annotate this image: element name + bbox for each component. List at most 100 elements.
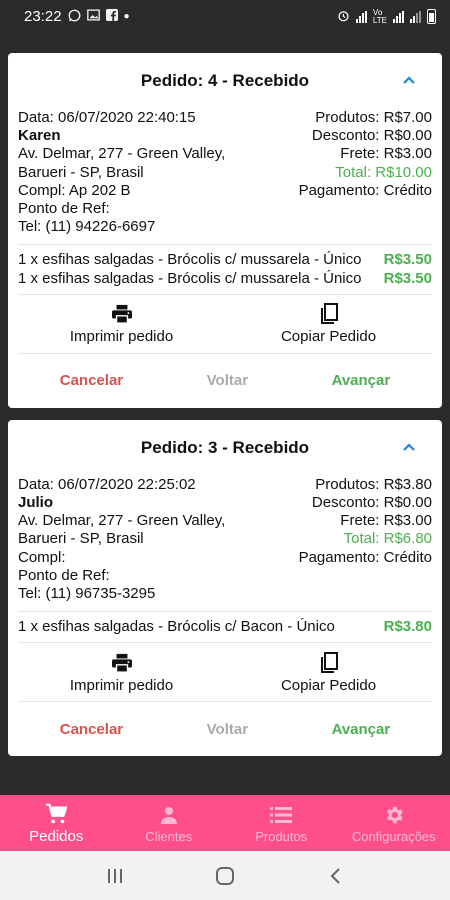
order-date: Data: 06/07/2020 22:25:02 [18,475,196,493]
payment-method: Pagamento: Crédito [298,181,432,199]
image-icon [86,9,100,24]
order-header[interactable]: Pedido: 4 - Recebido [18,53,432,109]
back-button[interactable]: Voltar [207,721,248,738]
nav-produtos-label: Produtos [255,828,308,844]
order-actions: Imprimir pedido Copiar Pedido [18,295,432,353]
list-item: 1 x esfihas salgadas - Brócolis c/ Bacon… [18,618,432,636]
cancel-button[interactable]: Cancelar [60,721,123,738]
item-description: 1 x esfihas salgadas - Brócolis c/ mussa… [18,269,362,287]
copy-order-label: Copiar Pedido [280,676,377,694]
nav-pedidos[interactable]: Pedidos [0,795,113,851]
person-icon [159,803,179,827]
item-price: R$3.50 [383,251,432,269]
address-line-1: Av. Delmar, 277 - Green Valley, [18,512,226,530]
gear-icon [383,803,405,827]
cancel-button[interactable]: Cancelar [60,372,123,389]
wifi-signal-icon [355,10,367,23]
back-arrow-icon [330,867,340,884]
order-title: Pedido: 3 - Recebido [140,437,310,457]
print-order-button[interactable]: Imprimir pedido [18,651,225,694]
advance-button[interactable]: Avançar [332,721,391,738]
printer-icon [111,302,133,326]
chevron-up-icon[interactable] [402,440,416,454]
shipping-amount: Frete: R$3.00 [340,512,432,530]
address-compl: Compl: Ap 202 B [18,181,131,199]
products-amount: Produtos: R$7.00 [315,109,432,126]
advance-button[interactable]: Avançar [332,372,391,389]
print-order-button[interactable]: Imprimir pedido [18,302,225,345]
address-compl: Compl: [18,548,66,566]
address-line-1: Av. Delmar, 277 - Green Valley, [18,145,226,163]
products-amount: Produtos: R$3.80 [315,475,432,493]
reference-point: Ponto de Ref: [18,566,110,584]
nav-pedidos-label: Pedidos [29,827,84,845]
payment-method: Pagamento: Crédito [298,548,432,566]
orders-list[interactable]: Pedido: 4 - Recebido Data: 06/07/2020 22… [0,33,450,795]
order-footer: Cancelar Voltar Avançar [18,354,432,408]
customer-phone: Tel: (11) 96735-3295 [18,585,156,603]
shipping-amount: Frete: R$3.00 [340,145,432,163]
nav-configuracoes-label: Configurações [351,828,436,844]
item-description: 1 x esfihas salgadas - Brócolis c/ mussa… [18,251,362,269]
item-price: R$3.50 [383,269,432,287]
customer-name: Karen [18,127,61,145]
status-bar: 23:22 ● Vo LTE [0,0,450,33]
order-actions: Imprimir pedido Copiar Pedido [18,643,432,701]
volte-icon: Vo LTE [372,7,387,25]
order-date: Data: 06/07/2020 22:40:15 [18,109,196,126]
system-navigation-bar [0,851,450,900]
copy-order-button[interactable]: Copiar Pedido [225,651,432,694]
copy-icon [319,651,339,675]
back-nav-button[interactable] [315,861,355,891]
notification-dot-icon: ● [123,11,130,22]
nav-clientes[interactable]: Clientes [113,795,226,851]
whatsapp-icon [68,9,81,25]
order-info: Data: 06/07/2020 22:25:02 Julio Av. Delm… [18,476,432,603]
order-card: Pedido: 3 - Recebido Data: 06/07/2020 22… [8,419,442,757]
order-items: 1 x esfihas salgadas - Brócolis c/ Bacon… [18,618,432,636]
cell-signal-icon [393,10,404,23]
order-title: Pedido: 4 - Recebido [140,71,310,90]
item-description: 1 x esfihas salgadas - Brócolis c/ Bacon… [18,618,335,636]
back-button[interactable]: Voltar [207,372,248,389]
copy-icon [319,302,339,326]
reference-point: Ponto de Ref: [18,200,110,218]
customer-phone: Tel: (11) 94226-6697 [18,218,156,236]
status-time: 23:22 [24,8,62,25]
discount-amount: Desconto: R$0.00 [311,127,432,145]
order-info: Data: 06/07/2020 22:40:15 Karen Av. Delm… [18,109,432,236]
battery-icon [427,9,436,24]
nav-configuracoes[interactable]: Configurações [338,795,450,851]
list-item: 1 x esfihas salgadas - Brócolis c/ mussa… [18,270,432,288]
nav-produtos[interactable]: Produtos [225,795,338,851]
total-amount: Total: R$10.00 [335,163,432,181]
divider [18,611,432,613]
bottom-navigation: Pedidos Clientes Produtos Configurações [0,795,450,851]
divider [18,244,432,246]
copy-order-label: Copiar Pedido [280,328,377,346]
cell-signal-2-icon [410,10,421,23]
order-footer: Cancelar Voltar Avançar [18,702,432,756]
nav-clientes-label: Clientes [145,828,193,844]
printer-icon [111,651,133,675]
print-order-label: Imprimir pedido [69,676,174,694]
address-line-2: Barueri - SP, Brasil [18,530,144,548]
discount-amount: Desconto: R$0.00 [311,494,432,512]
customer-name: Julio [18,494,54,512]
facebook-icon [105,9,118,24]
recent-apps-button[interactable] [95,861,135,891]
item-price: R$3.80 [383,618,432,636]
order-card: Pedido: 4 - Recebido Data: 06/07/2020 22… [8,53,442,408]
copy-order-button[interactable]: Copiar Pedido [225,302,432,345]
order-header[interactable]: Pedido: 3 - Recebido [18,420,432,476]
total-amount: Total: R$6.80 [343,530,432,548]
order-items: 1 x esfihas salgadas - Brócolis c/ mussa… [18,251,432,287]
chevron-up-icon[interactable] [402,73,416,87]
list-icon [270,803,293,827]
address-line-2: Barueri - SP, Brasil [18,163,144,181]
list-item: 1 x esfihas salgadas - Brócolis c/ mussa… [18,251,432,269]
cart-icon [45,802,68,826]
print-order-label: Imprimir pedido [69,328,174,346]
home-button[interactable] [205,861,245,891]
home-icon [216,866,234,885]
